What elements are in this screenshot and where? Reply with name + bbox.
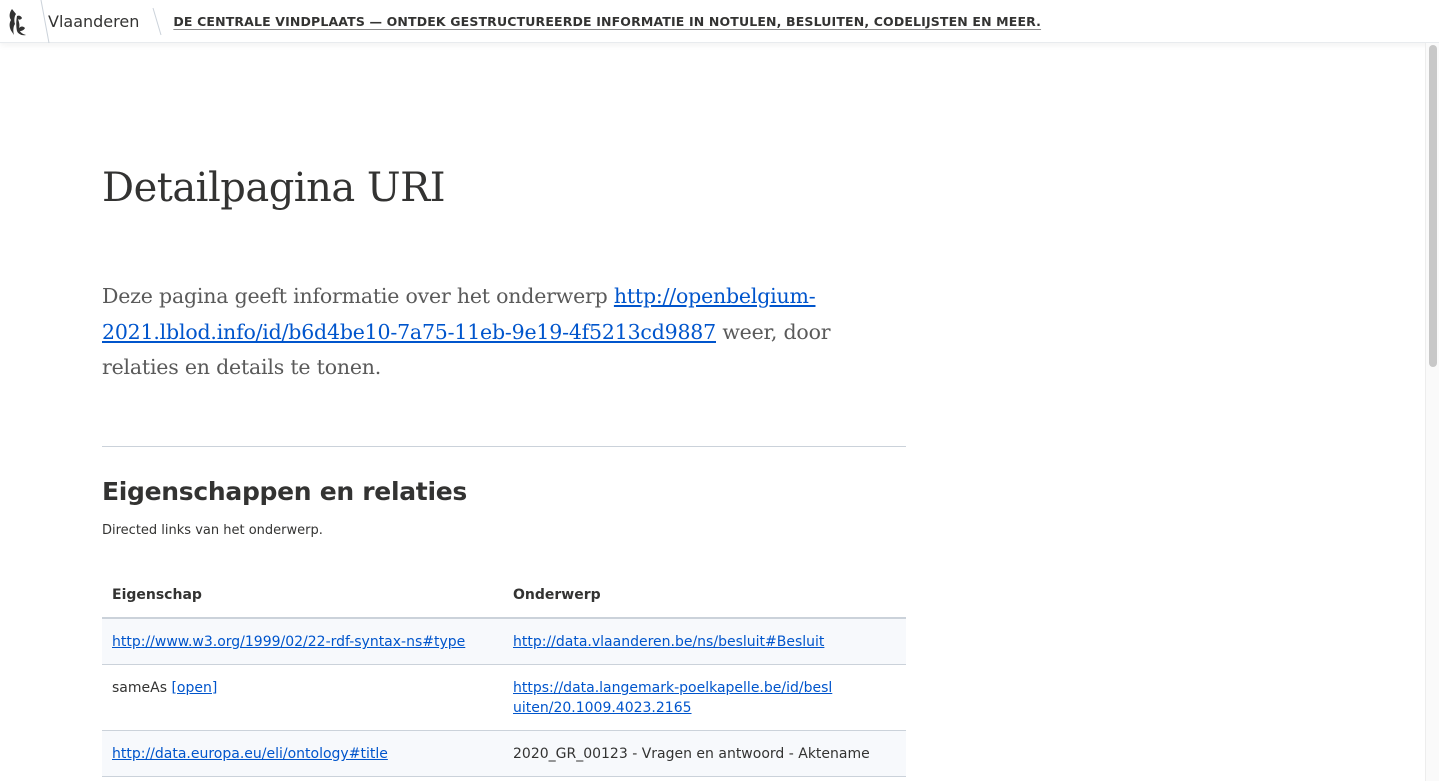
table-row: http://data.europa.eu/eli/ontology#title… [102,730,906,777]
section-divider [102,446,906,447]
page-title: Detailpagina URI [102,165,446,211]
header-tagline-link[interactable]: DE CENTRALE VINDPLAATS — ONTDEK GESTRUCT… [173,14,1041,29]
section-title: Eigenschappen en relaties [102,477,467,506]
open-link[interactable]: [open] [171,680,217,696]
value-text: 2020_GR_00123 - Vragen en antwoord - Akt… [513,746,870,762]
scrollbar-thumb[interactable] [1429,45,1437,367]
property-link[interactable]: http://www.w3.org/1999/02/22-rdf-syntax-… [112,634,465,650]
value-link[interactable]: https://data.langemark-poelkapelle.be/id… [513,678,833,718]
property-label: sameAs [112,680,167,696]
value-cell: 2020_GR_00123 - Vragen en antwoord - Akt… [503,730,906,777]
vlaanderen-logo-icon[interactable] [0,0,40,43]
page-scrollbar[interactable] [1425,43,1439,781]
property-link[interactable]: http://data.europa.eu/eli/ontology#title [112,746,388,762]
column-header-onderwerp: Onderwerp [503,573,906,619]
value-cell: https://data.langemark-poelkapelle.be/id… [503,664,906,731]
property-cell: http://www.w3.org/1999/02/22-rdf-syntax-… [102,618,503,665]
intro-text: Deze pagina geeft informatie over het on… [102,279,906,386]
divider-slash-icon [152,7,162,35]
brand-name[interactable]: Vlaanderen [48,12,139,31]
property-cell: http://data.europa.eu/eli/ontology#title [102,730,503,777]
table-header-row: Eigenschap Onderwerp [102,573,906,619]
value-link[interactable]: http://data.vlaanderen.be/ns/besluit#Bes… [513,634,824,650]
properties-table: Eigenschap Onderwerp http://www.w3.org/1… [102,573,906,777]
table-row: sameAs [open] https://data.langemark-poe… [102,664,906,731]
intro-text-before: Deze pagina geeft informatie over het on… [102,284,614,308]
property-cell: sameAs [open] [102,664,503,731]
value-cell: http://data.vlaanderen.be/ns/besluit#Bes… [503,618,906,665]
top-bar: Vlaanderen DE CENTRALE VINDPLAATS — ONTD… [0,0,1439,43]
table-row: http://www.w3.org/1999/02/22-rdf-syntax-… [102,618,906,665]
section-subtitle: Directed links van het onderwerp. [102,523,323,538]
column-header-eigenschap: Eigenschap [102,573,503,619]
